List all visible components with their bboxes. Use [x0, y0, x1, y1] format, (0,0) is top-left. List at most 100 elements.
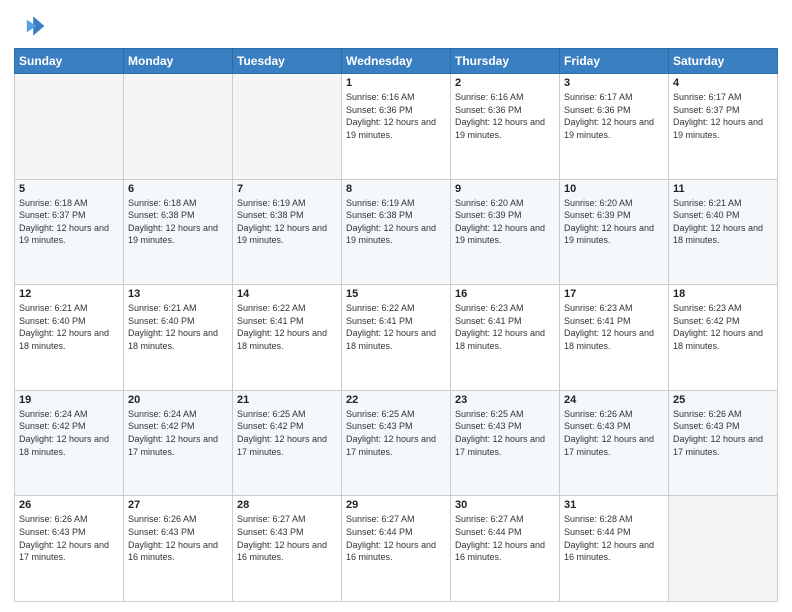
- day-number: 24: [564, 394, 664, 406]
- day-number: 23: [455, 394, 555, 406]
- day-info: Sunrise: 6:24 AMSunset: 6:42 PMDaylight:…: [19, 408, 119, 458]
- day-number: 14: [237, 288, 337, 300]
- day-cell: 6 Sunrise: 6:18 AMSunset: 6:38 PMDaylight…: [124, 179, 233, 285]
- day-number: 11: [673, 183, 773, 195]
- day-info: Sunrise: 6:24 AMSunset: 6:42 PMDaylight:…: [128, 408, 228, 458]
- day-number: 15: [346, 288, 446, 300]
- day-info: Sunrise: 6:18 AMSunset: 6:37 PMDaylight:…: [19, 197, 119, 247]
- day-number: 9: [455, 183, 555, 195]
- day-number: 16: [455, 288, 555, 300]
- day-number: 2: [455, 77, 555, 89]
- logo: [14, 10, 48, 42]
- day-info: Sunrise: 6:20 AMSunset: 6:39 PMDaylight:…: [564, 197, 664, 247]
- day-info: Sunrise: 6:23 AMSunset: 6:41 PMDaylight:…: [564, 302, 664, 352]
- day-cell: [669, 496, 778, 602]
- weekday-tuesday: Tuesday: [233, 49, 342, 74]
- day-info: Sunrise: 6:27 AMSunset: 6:44 PMDaylight:…: [455, 513, 555, 563]
- week-row-1: 1 Sunrise: 6:16 AMSunset: 6:36 PMDaylight…: [15, 74, 778, 180]
- day-number: 13: [128, 288, 228, 300]
- day-info: Sunrise: 6:28 AMSunset: 6:44 PMDaylight:…: [564, 513, 664, 563]
- weekday-thursday: Thursday: [451, 49, 560, 74]
- week-row-2: 5 Sunrise: 6:18 AMSunset: 6:37 PMDaylight…: [15, 179, 778, 285]
- day-cell: 21 Sunrise: 6:25 AMSunset: 6:42 PMDayligh…: [233, 390, 342, 496]
- day-info: Sunrise: 6:19 AMSunset: 6:38 PMDaylight:…: [237, 197, 337, 247]
- day-number: 12: [19, 288, 119, 300]
- day-cell: 17 Sunrise: 6:23 AMSunset: 6:41 PMDayligh…: [560, 285, 669, 391]
- day-cell: 4 Sunrise: 6:17 AMSunset: 6:37 PMDaylight…: [669, 74, 778, 180]
- day-cell: 2 Sunrise: 6:16 AMSunset: 6:36 PMDaylight…: [451, 74, 560, 180]
- day-cell: 26Sunrise: 6:26 AMSunset: 6:43 PMDayligh…: [15, 496, 124, 602]
- day-info: Sunrise: 6:20 AMSunset: 6:39 PMDaylight:…: [455, 197, 555, 247]
- weekday-friday: Friday: [560, 49, 669, 74]
- day-number: 21: [237, 394, 337, 406]
- day-cell: 5 Sunrise: 6:18 AMSunset: 6:37 PMDaylight…: [15, 179, 124, 285]
- day-info: Sunrise: 6:19 AMSunset: 6:38 PMDaylight:…: [346, 197, 446, 247]
- day-cell: 14 Sunrise: 6:22 AMSunset: 6:41 PMDayligh…: [233, 285, 342, 391]
- day-number: 19: [19, 394, 119, 406]
- day-info: Sunrise: 6:22 AMSunset: 6:41 PMDaylight:…: [237, 302, 337, 352]
- day-cell: 30 Sunrise: 6:27 AMSunset: 6:44 PMDayligh…: [451, 496, 560, 602]
- day-info: Sunrise: 6:25 AMSunset: 6:42 PMDaylight:…: [237, 408, 337, 458]
- day-info: Sunrise: 6:25 AMSunset: 6:43 PMDaylight:…: [455, 408, 555, 458]
- day-cell: 1 Sunrise: 6:16 AMSunset: 6:36 PMDaylight…: [342, 74, 451, 180]
- day-cell: 18 Sunrise: 6:23 AMSunset: 6:42 PMDayligh…: [669, 285, 778, 391]
- day-number: 28: [237, 499, 337, 511]
- day-info: Sunrise: 6:26 AMSunset: 6:43 PMDaylight:…: [673, 408, 773, 458]
- day-cell: 31Sunrise: 6:28 AMSunset: 6:44 PMDayligh…: [560, 496, 669, 602]
- day-number: 4: [673, 77, 773, 89]
- day-number: 17: [564, 288, 664, 300]
- day-number: 7: [237, 183, 337, 195]
- day-info: Sunrise: 6:23 AMSunset: 6:42 PMDaylight:…: [673, 302, 773, 352]
- day-number: 29: [346, 499, 446, 511]
- day-info: Sunrise: 6:26 AMSunset: 6:43 PMDaylight:…: [564, 408, 664, 458]
- weekday-header-row: SundayMondayTuesdayWednesdayThursdayFrid…: [15, 49, 778, 74]
- week-row-5: 26Sunrise: 6:26 AMSunset: 6:43 PMDayligh…: [15, 496, 778, 602]
- day-number: 6: [128, 183, 228, 195]
- day-info: Sunrise: 6:26 AMSunset: 6:43 PMDaylight:…: [19, 513, 119, 563]
- day-cell: 3Sunrise: 6:17 AMSunset: 6:36 PMDaylight…: [560, 74, 669, 180]
- day-cell: 12Sunrise: 6:21 AMSunset: 6:40 PMDayligh…: [15, 285, 124, 391]
- day-number: 8: [346, 183, 446, 195]
- calendar: SundayMondayTuesdayWednesdayThursdayFrid…: [14, 48, 778, 602]
- day-cell: 10 Sunrise: 6:20 AMSunset: 6:39 PMDayligh…: [560, 179, 669, 285]
- day-cell: 23 Sunrise: 6:25 AMSunset: 6:43 PMDayligh…: [451, 390, 560, 496]
- day-cell: [233, 74, 342, 180]
- page: SundayMondayTuesdayWednesdayThursdayFrid…: [0, 0, 792, 612]
- day-info: Sunrise: 6:22 AMSunset: 6:41 PMDaylight:…: [346, 302, 446, 352]
- day-number: 22: [346, 394, 446, 406]
- day-info: Sunrise: 6:21 AMSunset: 6:40 PMDaylight:…: [128, 302, 228, 352]
- day-number: 27: [128, 499, 228, 511]
- week-row-3: 12 Sunrise: 6:21 AMSunset: 6:40 PMDayligh…: [15, 285, 778, 391]
- day-number: 5: [19, 183, 119, 195]
- day-info: Sunrise: 6:27 AMSunset: 6:44 PMDaylight:…: [346, 513, 446, 563]
- day-info: Sunrise: 6:17 AMSunset: 6:37 PMDaylight:…: [673, 91, 773, 141]
- day-number: 30: [455, 499, 555, 511]
- day-cell: 11 Sunrise: 6:21 AMSunset: 6:40 PMDayligh…: [669, 179, 778, 285]
- day-cell: 29 Sunrise: 6:27 AMSunset: 6:44 PMDayligh…: [342, 496, 451, 602]
- day-number: 25: [673, 394, 773, 406]
- weekday-saturday: Saturday: [669, 49, 778, 74]
- weekday-monday: Monday: [124, 49, 233, 74]
- day-info: Sunrise: 6:26 AMSunset: 6:43 PMDaylight:…: [128, 513, 228, 563]
- day-number: 10: [564, 183, 664, 195]
- day-cell: [15, 74, 124, 180]
- day-info: Sunrise: 6:21 AMSunset: 6:40 PMDaylight:…: [673, 197, 773, 247]
- day-cell: 22Sunrise: 6:25 AMSunset: 6:43 PMDayligh…: [342, 390, 451, 496]
- day-info: Sunrise: 6:23 AMSunset: 6:41 PMDaylight:…: [455, 302, 555, 352]
- day-cell: [124, 74, 233, 180]
- day-cell: 13 Sunrise: 6:21 AMSunset: 6:40 PMDayligh…: [124, 285, 233, 391]
- day-cell: 20 Sunrise: 6:24 AMSunset: 6:42 PMDayligh…: [124, 390, 233, 496]
- generalblue-icon: [14, 10, 46, 42]
- day-number: 18: [673, 288, 773, 300]
- day-cell: 8 Sunrise: 6:19 AMSunset: 6:38 PMDaylight…: [342, 179, 451, 285]
- week-row-4: 19 Sunrise: 6:24 AMSunset: 6:42 PMDayligh…: [15, 390, 778, 496]
- day-cell: 28Sunrise: 6:27 AMSunset: 6:43 PMDayligh…: [233, 496, 342, 602]
- day-info: Sunrise: 6:16 AMSunset: 6:36 PMDaylight:…: [455, 91, 555, 141]
- day-info: Sunrise: 6:16 AMSunset: 6:36 PMDaylight:…: [346, 91, 446, 141]
- day-number: 1: [346, 77, 446, 89]
- day-number: 20: [128, 394, 228, 406]
- day-cell: 7 Sunrise: 6:19 AMSunset: 6:38 PMDaylight…: [233, 179, 342, 285]
- day-info: Sunrise: 6:18 AMSunset: 6:38 PMDaylight:…: [128, 197, 228, 247]
- day-cell: 16 Sunrise: 6:23 AMSunset: 6:41 PMDayligh…: [451, 285, 560, 391]
- day-info: Sunrise: 6:17 AMSunset: 6:36 PMDaylight:…: [564, 91, 664, 141]
